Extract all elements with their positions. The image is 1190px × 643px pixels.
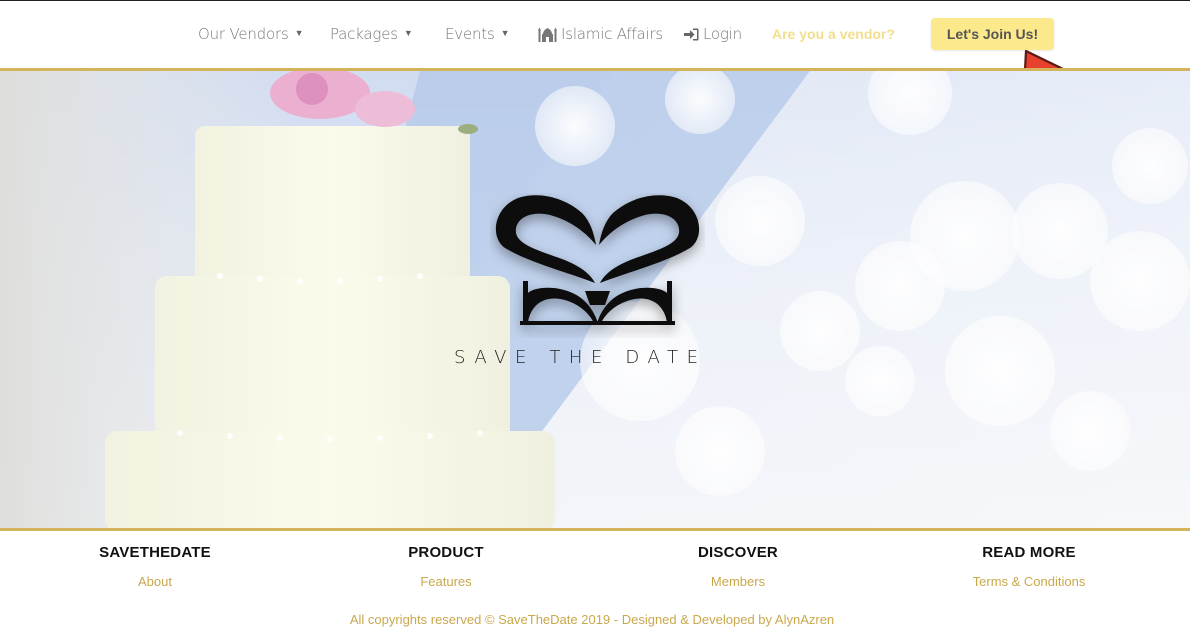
footer-heading: DISCOVER [698, 544, 778, 561]
nav-our-vendors-label: Our Vendors [198, 25, 289, 43]
footer-link-features[interactable]: Features [420, 574, 471, 589]
footer-link-members[interactable]: Members [711, 574, 765, 589]
top-navbar: Our Vendors ▼ Packages ▼ Events ▼ Islami… [0, 0, 1190, 109]
footer-link-about[interactable]: About [138, 574, 172, 589]
footer-column-product: PRODUCT Features [326, 544, 566, 591]
nav-packages-label: Packages [330, 25, 398, 43]
footer-column-discover: DISCOVER Members [618, 544, 858, 591]
footer-column-savethedate: SAVETHEDATE About [35, 544, 275, 591]
footer-heading: SAVETHEDATE [99, 544, 211, 561]
nav-islamic-affairs[interactable]: Islamic Affairs [538, 25, 663, 43]
save-the-date-tagline: SAVE THE DATE [454, 347, 707, 368]
save-the-date-monogram-logo [495, 195, 700, 325]
nav-packages-dropdown[interactable]: Packages ▼ [330, 25, 413, 43]
nav-our-vendors-dropdown[interactable]: Our Vendors ▼ [198, 25, 303, 43]
footer-heading: PRODUCT [408, 544, 484, 561]
hero-banner: SAVE THE DATE [0, 68, 1190, 531]
nav-login-label: Login [703, 25, 742, 43]
nav-login-link[interactable]: Login [684, 25, 742, 43]
mosque-icon [538, 27, 557, 42]
nav-islamic-affairs-label: Islamic Affairs [561, 25, 664, 43]
sign-in-icon [684, 28, 699, 40]
are-you-a-vendor-link[interactable]: Are you a vendor? [772, 26, 895, 42]
nav-events-label: Events [445, 25, 495, 43]
lets-join-us-button[interactable]: Let's Join Us! [931, 18, 1054, 50]
site-footer: SAVETHEDATE About PRODUCT Features DISCO… [0, 534, 1190, 643]
nav-events-dropdown[interactable]: Events ▼ [445, 25, 510, 43]
copyright-text: All copyrights reserved © SaveTheDate 20… [349, 612, 835, 627]
chevron-down-icon: ▼ [500, 28, 510, 39]
chevron-down-icon: ▼ [294, 28, 304, 39]
chevron-down-icon: ▼ [403, 28, 413, 39]
footer-heading: READ MORE [982, 544, 1076, 561]
footer-link-terms[interactable]: Terms & Conditions [973, 574, 1086, 589]
footer-column-read-more: READ MORE Terms & Conditions [909, 544, 1149, 591]
